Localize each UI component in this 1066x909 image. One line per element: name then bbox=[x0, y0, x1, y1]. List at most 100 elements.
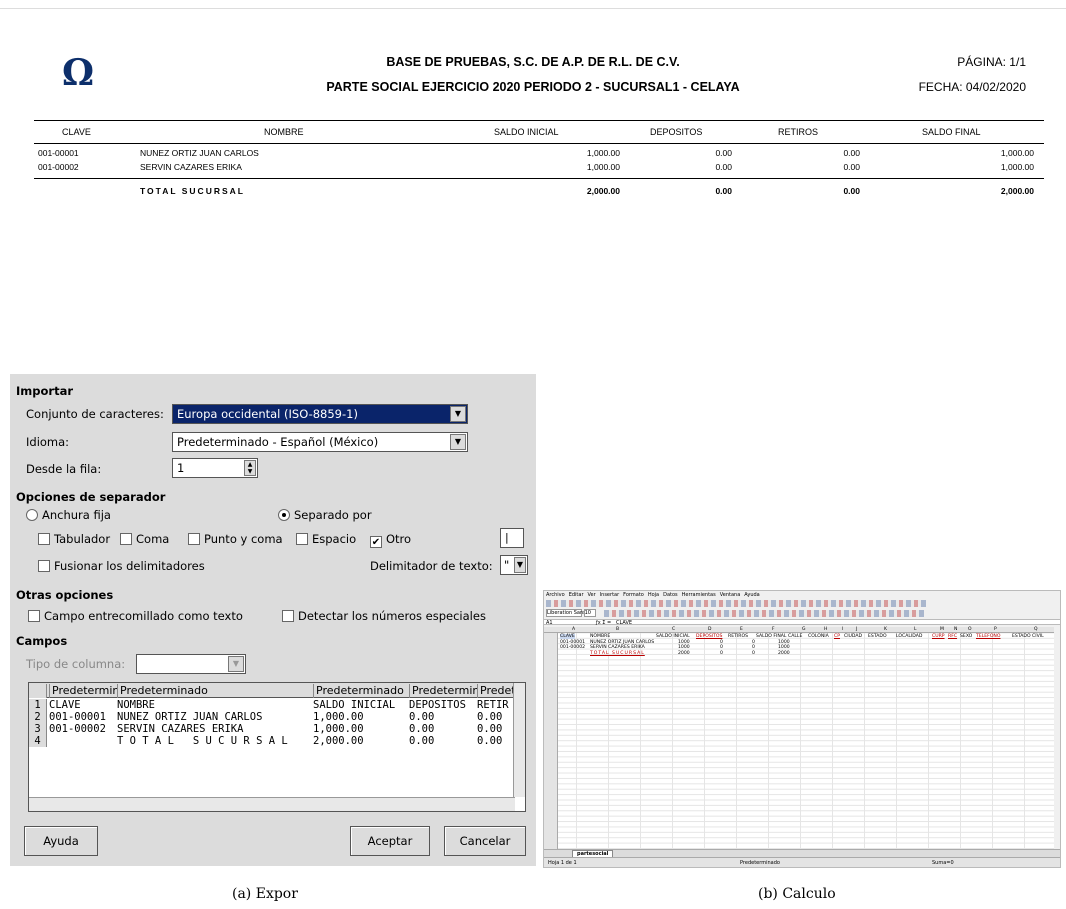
other-separator-input[interactable]: | bbox=[500, 528, 524, 548]
chevron-down-icon[interactable]: ▼ bbox=[228, 656, 244, 672]
language-select[interactable]: Predeterminado - Español (México) ▼ bbox=[172, 432, 468, 452]
help-button[interactable]: Ayuda bbox=[24, 826, 98, 856]
col-header[interactable]: P bbox=[994, 627, 997, 632]
col-header[interactable]: I bbox=[842, 627, 843, 632]
preview-col-header[interactable]: Predetermin bbox=[49, 684, 117, 698]
preview-col-header[interactable]: Predetermin bbox=[409, 684, 477, 698]
cell[interactable]: 001-00001 bbox=[560, 640, 585, 645]
cell[interactable]: CALLE bbox=[788, 634, 802, 639]
format-toolbar-buttons[interactable] bbox=[604, 610, 924, 617]
cell[interactable]: SALDO INICIAL bbox=[656, 634, 690, 639]
preview-col-header[interactable]: Predet bbox=[477, 684, 515, 698]
function-icon[interactable]: ƒx Σ = bbox=[596, 620, 611, 626]
col-header[interactable]: A bbox=[572, 627, 575, 632]
col-header[interactable]: Q bbox=[1034, 627, 1038, 632]
col-header[interactable]: M bbox=[940, 627, 944, 632]
menu-item[interactable]: Ventana bbox=[720, 592, 741, 598]
space-checkbox[interactable]: Espacio bbox=[296, 532, 356, 546]
cell[interactable]: 0 bbox=[752, 640, 755, 645]
sheet-grid[interactable]: A B C D E F G H I J K L M N O P Q CLAVE … bbox=[544, 627, 1054, 849]
cell[interactable]: 0 bbox=[752, 645, 755, 650]
menu-item[interactable]: Ver bbox=[588, 592, 596, 598]
charset-select[interactable]: Europa occidental (ISO-8859-1) ▼ bbox=[172, 404, 468, 424]
menu-item[interactable]: Ayuda bbox=[744, 592, 759, 598]
menu-item[interactable]: Datos bbox=[663, 592, 678, 598]
column-type-select[interactable]: ▼ bbox=[136, 654, 246, 674]
cell[interactable]: TELEFONO bbox=[976, 634, 1000, 639]
cell[interactable]: 1000 bbox=[678, 640, 690, 645]
preview-horizontal-scrollbar[interactable] bbox=[29, 797, 515, 811]
cell[interactable]: ESTADO bbox=[868, 634, 887, 639]
other-checkbox[interactable]: ✔ Otro bbox=[370, 532, 411, 548]
cell[interactable]: 1000 bbox=[678, 645, 690, 650]
menu-item[interactable]: Hoja bbox=[648, 592, 659, 598]
cell[interactable]: 0 bbox=[720, 645, 723, 650]
menu-item[interactable]: Insertar bbox=[600, 592, 619, 598]
cell[interactable]: LOCALIDAD bbox=[896, 634, 922, 639]
chevron-down-icon[interactable]: ▼ bbox=[450, 434, 466, 450]
col-header[interactable]: L bbox=[914, 627, 917, 632]
cell[interactable]: 0 bbox=[752, 651, 755, 656]
font-size-select[interactable]: 10 bbox=[583, 609, 596, 617]
cell[interactable]: 001-00002 bbox=[560, 645, 585, 650]
fixed-width-radio[interactable]: Anchura fija bbox=[26, 508, 111, 522]
font-name-select[interactable]: Liberation Sans bbox=[546, 609, 586, 617]
merge-delimiters-checkbox[interactable]: Fusionar los delimitadores bbox=[38, 559, 205, 573]
col-header[interactable]: H bbox=[824, 627, 827, 632]
chevron-down-icon[interactable]: ▼ bbox=[514, 557, 526, 573]
col-header[interactable]: B bbox=[616, 627, 619, 632]
formula-input[interactable]: CLAVE bbox=[616, 620, 632, 626]
col-header[interactable]: K bbox=[884, 627, 887, 632]
ok-button[interactable]: Aceptar bbox=[350, 826, 430, 856]
col-header[interactable]: C bbox=[672, 627, 675, 632]
cell[interactable]: ESTADO CIVIL bbox=[1012, 634, 1044, 639]
col-header[interactable]: D bbox=[708, 627, 711, 632]
col-header[interactable]: O bbox=[968, 627, 972, 632]
cell[interactable]: CLAVE bbox=[560, 634, 575, 639]
cell[interactable]: RFC bbox=[948, 634, 957, 639]
detect-numbers-checkbox[interactable]: Detectar los números especiales bbox=[282, 609, 486, 623]
cell[interactable]: SERVIN CAZARES ERIKA bbox=[590, 645, 645, 650]
spin-arrows-icon[interactable]: ▲ ▼ bbox=[244, 460, 256, 476]
cell[interactable]: 0 bbox=[720, 651, 723, 656]
cell[interactable]: SEXO bbox=[960, 634, 972, 639]
from-row-spinner[interactable]: 1 ▲ ▼ bbox=[172, 458, 258, 478]
cell[interactable]: CP bbox=[834, 634, 840, 639]
preview-col-header[interactable]: Predeterminado bbox=[117, 684, 313, 698]
col-header[interactable]: F bbox=[772, 627, 775, 632]
menu-item[interactable]: Herramientas bbox=[682, 592, 716, 598]
cell[interactable]: 1000 bbox=[778, 640, 790, 645]
semicolon-checkbox[interactable]: Punto y coma bbox=[188, 532, 283, 546]
col-header[interactable]: N bbox=[954, 627, 957, 632]
tab-checkbox[interactable]: Tabulador bbox=[38, 532, 110, 546]
cell[interactable]: CURP bbox=[932, 634, 945, 639]
name-box[interactable]: A1 bbox=[546, 620, 553, 626]
cell[interactable]: TOTAL SUCURSAL bbox=[590, 651, 645, 656]
preview-grid[interactable]: Predetermin Predeterminado Predeterminad… bbox=[28, 682, 526, 812]
menu-item[interactable]: Formato bbox=[623, 592, 644, 598]
standard-toolbar[interactable] bbox=[546, 600, 926, 607]
cell[interactable]: CIUDAD bbox=[844, 634, 862, 639]
cell[interactable]: RETIROS bbox=[728, 634, 748, 639]
cell[interactable]: 2000 bbox=[678, 651, 690, 656]
cell[interactable]: NOMBRE bbox=[590, 634, 610, 639]
cell[interactable]: 2000 bbox=[778, 651, 790, 656]
col-header[interactable]: G bbox=[802, 627, 806, 632]
preview-col-header[interactable]: Predeterminado bbox=[313, 684, 409, 698]
col-header[interactable]: J bbox=[856, 627, 857, 632]
cell[interactable]: SALDO FINAL bbox=[756, 634, 786, 639]
menu-item[interactable]: Archivo bbox=[546, 592, 565, 598]
cell[interactable]: 1000 bbox=[778, 645, 790, 650]
cell[interactable]: NUNEZ ORTIZ JUAN CARLOS bbox=[590, 640, 654, 645]
menu-item[interactable]: Editar bbox=[569, 592, 584, 598]
cell[interactable]: COLONIA bbox=[808, 634, 829, 639]
preview-vertical-scrollbar[interactable] bbox=[513, 683, 525, 797]
text-delimiter-select[interactable]: " ▼ bbox=[500, 555, 528, 575]
chevron-down-icon[interactable]: ▼ bbox=[450, 406, 466, 422]
row-headers[interactable] bbox=[544, 633, 558, 849]
quoted-as-text-checkbox[interactable]: Campo entrecomillado como texto bbox=[28, 609, 243, 623]
comma-checkbox[interactable]: Coma bbox=[120, 532, 169, 546]
col-header[interactable]: E bbox=[740, 627, 743, 632]
cell[interactable]: DEPOSITOS bbox=[696, 634, 722, 639]
cell[interactable]: 0 bbox=[720, 640, 723, 645]
